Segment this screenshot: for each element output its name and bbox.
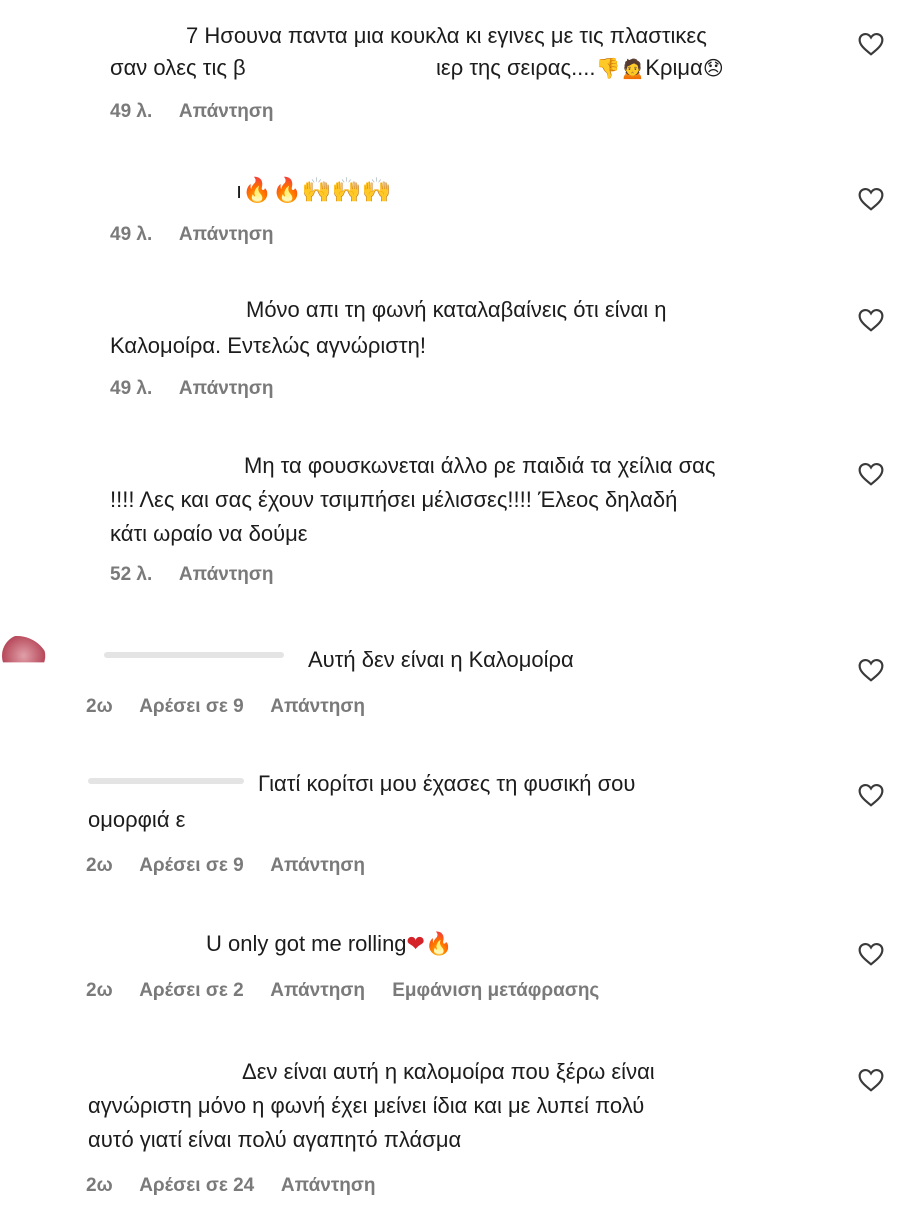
comment-line: αυτό γιατί είναι πολύ αγαπητό πλάσμα [88, 1127, 462, 1152]
reply-link[interactable]: Απάντηση [270, 855, 365, 876]
comment-text: Αυτή δεν είναι η Καλομοίρα [308, 644, 574, 676]
comment-text: Γιατί κορίτσι μου έχασες τη φυσική σου [258, 768, 635, 800]
comment-line: 7 Ησουνα παντα μια κουκλα κι εγινες με τ… [186, 23, 707, 48]
comment-text: ιερ της σειρας....👎🙍Κριμα😞 [436, 52, 724, 84]
likes-link[interactable]: Αρέσει σε 9 [139, 696, 243, 717]
comment-meta: 2ω Αρέσει σε 9 Απάντηση [86, 696, 387, 718]
comment-line: σαν ολες τις β [110, 55, 246, 80]
comment-line: Μη τα φουσκωνεται άλλο ρε παιδιά τα χείλ… [244, 453, 716, 478]
avatar[interactable] [0, 636, 50, 663]
comment-text: ı🔥🔥🙌🙌🙌 [236, 174, 392, 207]
comment-text: Μη τα φουσκωνεται άλλο ρε παιδιά τα χείλ… [244, 450, 716, 482]
comment-meta: 2ω Αρέσει σε 9 Απάντηση [86, 855, 387, 877]
comment-text: Δεν είναι αυτή η καλομοίρα που ξέρω είνα… [242, 1056, 655, 1088]
comment-meta: 52 λ. Απάντηση [110, 564, 296, 586]
redacted-username [88, 778, 244, 784]
comment-line: Καλομοίρα. Εντελώς αγνώριστη! [110, 333, 426, 358]
comment-text: Καλομοίρα. Εντελώς αγνώριστη! [110, 330, 426, 362]
emoji-group: 😞 [702, 56, 724, 80]
comment-time: 52 λ. [110, 564, 153, 585]
comment-text: ομορφιά ε [88, 804, 185, 836]
comment-text: σαν ολες τις β [110, 52, 246, 84]
reply-link[interactable]: Απάντηση [179, 101, 274, 122]
comment-time: 2ω [86, 696, 113, 717]
comment-time: 49 λ. [110, 378, 153, 399]
reply-link[interactable]: Απάντηση [179, 564, 274, 585]
comment-text: 7 Ησουνα παντα μια κουκλα κι εγινες με τ… [186, 20, 707, 52]
comment-time: 2ω [86, 980, 113, 1001]
reply-link[interactable]: Απάντηση [179, 224, 274, 245]
reply-link[interactable]: Απάντηση [281, 1175, 376, 1196]
comment-line: Μόνο απι τη φωνή καταλαβαίνεις ότι είναι… [246, 297, 667, 322]
comment-meta: 49 λ. Απάντηση [110, 101, 296, 123]
comment-time: 2ω [86, 1175, 113, 1196]
redacted-username [104, 652, 284, 658]
comment-text: Μόνο απι τη φωνή καταλαβαίνεις ότι είναι… [246, 294, 667, 326]
comment-line: Αυτή δεν είναι η Καλομοίρα [308, 647, 574, 672]
heart-icon[interactable] [858, 187, 884, 211]
reply-link[interactable]: Απάντηση [179, 378, 274, 399]
comment-text: U only got me rolling❤🔥 [206, 928, 452, 961]
comment-time: 2ω [86, 855, 113, 876]
likes-link[interactable]: Αρέσει σε 9 [139, 855, 243, 876]
heart-icon[interactable] [858, 462, 884, 486]
reply-link[interactable]: Απάντηση [270, 696, 365, 717]
comment-line: !!!! Λες και σας έχουν τσιμπήσει μέλισσε… [110, 487, 678, 512]
comment-text: αγνώριστη μόνο η φωνή έχει μείνει ίδια κ… [88, 1090, 644, 1156]
likes-link[interactable]: Αρέσει σε 24 [139, 1175, 254, 1196]
comment-line: U only got me rolling [206, 931, 407, 956]
comment-line: Κριμα [645, 55, 703, 80]
heart-icon[interactable] [858, 308, 884, 332]
comment-time: 49 λ. [110, 101, 153, 122]
heart-icon[interactable] [858, 942, 884, 966]
comment-line: αγνώριστη μόνο η φωνή έχει μείνει ίδια κ… [88, 1093, 645, 1118]
comment-time: 49 λ. [110, 224, 153, 245]
comment-meta: 2ω Αρέσει σε 2 Απάντηση Εμφάνιση μετάφρα… [86, 980, 621, 1002]
comment-text: !!!! Λες και σας έχουν τσιμπήσει μέλισσε… [110, 484, 677, 550]
likes-link[interactable]: Αρέσει σε 2 [139, 980, 243, 1001]
emoji-group: ❤🔥 [406, 932, 453, 957]
see-translation-link[interactable]: Εμφάνιση μετάφρασης [392, 980, 599, 1001]
reply-link[interactable]: Απάντηση [270, 980, 365, 1001]
comment-line: ομορφιά ε [88, 807, 186, 832]
heart-icon[interactable] [858, 658, 884, 682]
comment-meta: 2ω Αρέσει σε 24 Απάντηση [86, 1175, 398, 1197]
heart-icon[interactable] [858, 783, 884, 807]
heart-icon[interactable] [858, 32, 884, 56]
comment-line: Δεν είναι αυτή η καλομοίρα που ξέρω είνα… [242, 1059, 655, 1084]
emoji-group: 👎🙍 [595, 56, 646, 80]
comment-line: ιερ της σειρας.... [436, 55, 596, 80]
comment-meta: 49 λ. Απάντηση [110, 378, 296, 400]
emoji-group: 🔥🔥🙌🙌🙌 [242, 176, 392, 204]
comment-line: κάτι ωραίο να δούμε [110, 521, 308, 546]
comment-line: Γιατί κορίτσι μου έχασες τη φυσική σου [258, 771, 636, 796]
comment-meta: 49 λ. Απάντηση [110, 224, 296, 246]
heart-icon[interactable] [858, 1068, 884, 1092]
